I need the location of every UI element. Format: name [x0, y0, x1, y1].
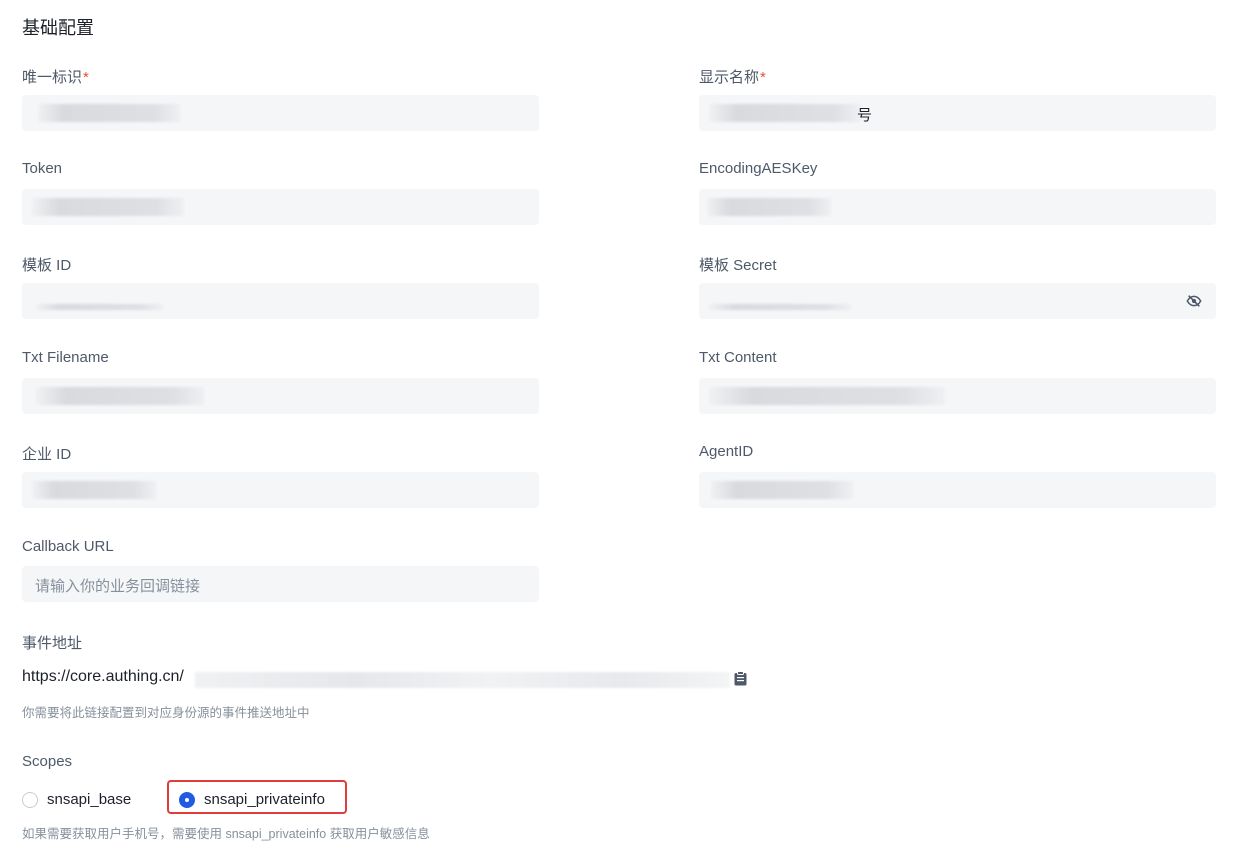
event-hint: 你需要将此链接配置到对应身份源的事件推送地址中 [22, 706, 310, 720]
scopes-label: Scopes [22, 753, 73, 770]
template-id-input[interactable] [22, 283, 539, 319]
display-name-label: 显示名称* [699, 66, 766, 87]
radio-label: snsapi_base [47, 791, 132, 808]
template-id-label: 模板 ID [22, 257, 72, 274]
event-address-label: 事件地址 [22, 635, 83, 652]
unique-id-input[interactable] [22, 95, 539, 131]
encoding-aes-key-input[interactable] [699, 189, 1216, 225]
required-mark: * [760, 69, 766, 86]
redacted-value [709, 104, 861, 122]
redacted-value [709, 304, 851, 310]
callback-url-label: Callback URL [22, 538, 114, 555]
agent-id-label: AgentID [699, 443, 754, 460]
display-name-label-text: 显示名称 [699, 69, 760, 86]
redacted-value [707, 198, 831, 216]
txt-content-label: Txt Content [699, 349, 777, 366]
section-title: 基础配置 [22, 18, 94, 38]
encoding-aes-key-label: EncodingAESKey [699, 160, 818, 177]
redacted-value [32, 481, 156, 499]
redacted-value [36, 387, 204, 405]
scopes-hint: 如果需要获取用户手机号，需要使用 snsapi_privateinfo 获取用户… [22, 827, 430, 841]
template-secret-input[interactable] [699, 283, 1216, 319]
radio-unchecked-icon[interactable] [22, 791, 38, 808]
txt-content-input[interactable] [699, 378, 1216, 414]
radio-snsapi-base[interactable]: snsapi_base [22, 791, 131, 808]
txt-filename-label: Txt Filename [22, 349, 109, 366]
redacted-event-url [195, 672, 730, 688]
redacted-value [36, 304, 163, 310]
txt-filename-input[interactable] [22, 378, 539, 414]
event-url: https://core.authing.cn/ [22, 668, 184, 685]
unique-id-label-text: 唯一标识 [22, 69, 83, 86]
token-label: Token [22, 160, 63, 177]
unique-id-label: 唯一标识* [22, 66, 89, 87]
highlight-annotation [167, 780, 347, 814]
callback-url-placeholder: 请输入你的业务回调链接 [35, 578, 201, 595]
template-secret-label: 模板 Secret [699, 257, 777, 274]
required-mark: * [83, 69, 89, 86]
display-name-visible-char: 号 [857, 107, 873, 124]
redacted-value [711, 481, 853, 499]
callback-url-input[interactable]: 请输入你的业务回调链接 [22, 566, 539, 602]
token-input[interactable] [22, 189, 539, 225]
redacted-value [32, 198, 184, 216]
display-name-input[interactable]: 号 [699, 95, 1216, 131]
agent-id-input[interactable] [699, 472, 1216, 508]
corp-id-input[interactable] [22, 472, 539, 508]
corp-id-label: 企业 ID [22, 446, 72, 463]
eye-off-icon[interactable] [1186, 293, 1202, 309]
copy-icon[interactable] [734, 671, 747, 686]
redacted-value [709, 387, 945, 405]
redacted-value [38, 104, 180, 122]
